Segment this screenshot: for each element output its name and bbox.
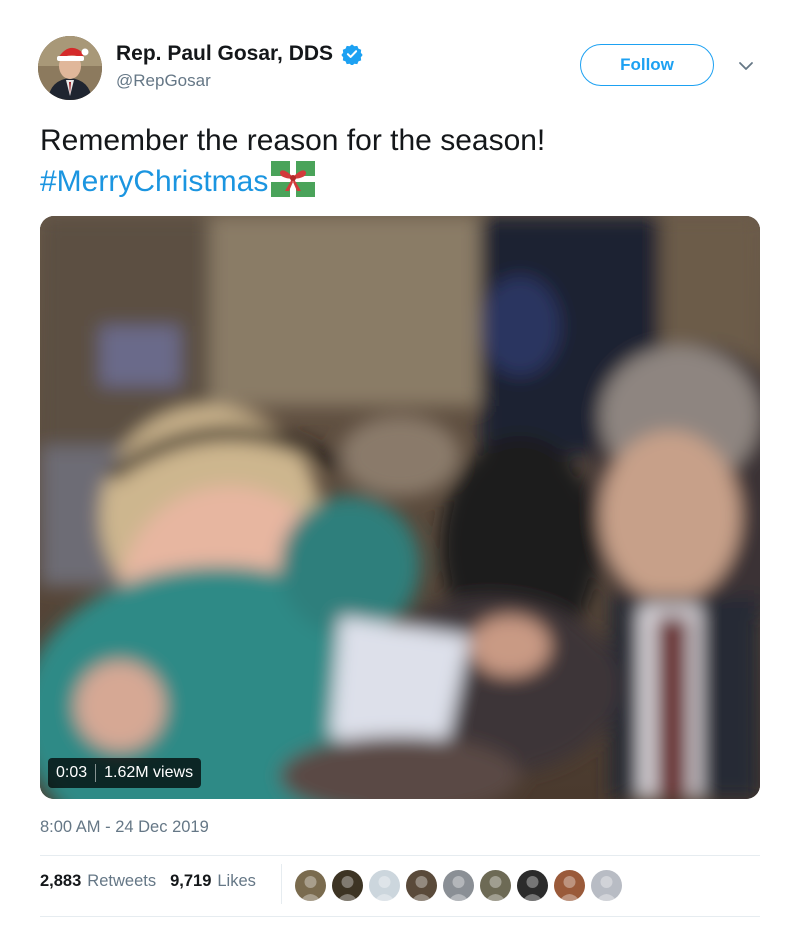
follow-button[interactable]: Follow: [580, 44, 714, 86]
liker-avatar-8[interactable]: [554, 870, 585, 901]
retweets-stat[interactable]: 2,883 Retweets: [40, 872, 156, 891]
liker-avatar-2[interactable]: [332, 870, 363, 901]
liker-avatar-7[interactable]: [517, 870, 548, 901]
tweet-timestamp[interactable]: 8:00 AM - 24 Dec 2019: [40, 818, 209, 837]
retweets-count: 2,883: [40, 872, 82, 890]
tweet-text: Remember the reason for the season! #Mer…: [40, 120, 760, 202]
divider-bottom: [40, 916, 760, 917]
liker-avatar-4[interactable]: [406, 870, 437, 901]
tweet-body: Remember the reason for the season!: [40, 124, 546, 157]
divider-top: [40, 855, 760, 856]
video-elapsed-time: 0:03: [56, 764, 88, 781]
liker-avatars: [295, 870, 622, 901]
liker-avatar-6[interactable]: [480, 870, 511, 901]
video-view-count: 1.62M views: [104, 764, 194, 781]
likes-count: 9,719: [170, 872, 212, 890]
badge-divider: [95, 764, 97, 782]
tweet-hashtag-line: #MerryChristmas: [40, 161, 760, 202]
video-info-badge: 0:03 1.62M views: [48, 758, 202, 788]
video-frame: [40, 216, 760, 799]
likes-stat[interactable]: 9,719 Likes: [170, 872, 256, 891]
chevron-down-icon[interactable]: [737, 57, 755, 75]
liker-avatar-3[interactable]: [369, 870, 400, 901]
author-display-name[interactable]: Rep. Paul Gosar, DDS: [116, 42, 333, 66]
author-handle[interactable]: @RepGosar: [116, 71, 363, 91]
verified-badge-icon: [341, 44, 363, 65]
tweet-header: Rep. Paul Gosar, DDS @RepGosar Follow: [38, 36, 762, 102]
stats-separator: [281, 864, 282, 904]
retweets-label: Retweets: [87, 872, 157, 890]
liker-avatar-1[interactable]: [295, 870, 326, 901]
author-info: Rep. Paul Gosar, DDS @RepGosar: [116, 42, 363, 91]
liker-avatar-5[interactable]: [443, 870, 474, 901]
hashtag-link[interactable]: #MerryChristmas: [40, 165, 268, 198]
likes-label: Likes: [217, 872, 256, 890]
author-avatar[interactable]: [38, 36, 102, 100]
wrapped-gift-emoji-icon: [271, 161, 316, 197]
liker-avatar-9[interactable]: [591, 870, 622, 901]
video-player[interactable]: 0:03 1.62M views: [40, 216, 760, 799]
tweet-stats: 2,883 Retweets 9,719 Likes: [40, 872, 270, 891]
